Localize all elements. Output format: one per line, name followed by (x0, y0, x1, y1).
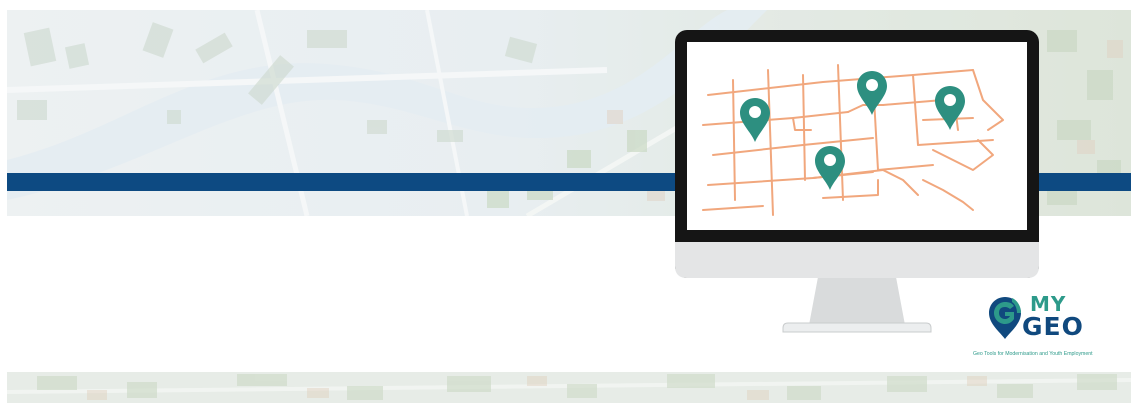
logo-text-my: MY (1030, 292, 1067, 316)
aerial-map-strip (7, 372, 1131, 403)
mygeo-logo: MY GEO Geo Tools for Modernisation and Y… (970, 294, 1130, 364)
logo-tagline: Geo Tools for Modernisation and Youth Em… (973, 351, 1093, 357)
map-pin-g-icon (989, 297, 1021, 339)
banner: MY GEO Geo Tools for Modernisation and Y… (0, 0, 1131, 403)
logo-text-geo: GEO (1022, 312, 1084, 341)
